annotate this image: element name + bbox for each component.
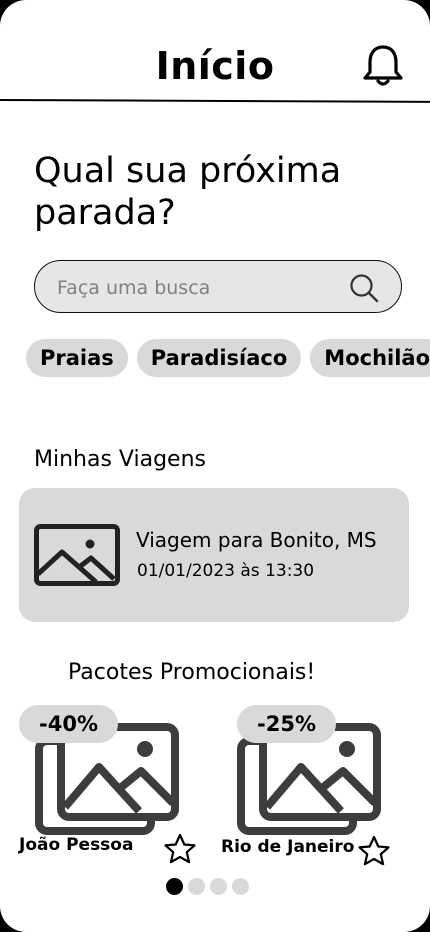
trip-card[interactable]: Viagem para Bonito, MS 01/01/2023 às 13:… bbox=[19, 488, 409, 622]
page-dot-4[interactable] bbox=[232, 878, 249, 895]
chip-paradisiaco[interactable]: Paradisíaco bbox=[136, 339, 302, 377]
discount-badge: -40% bbox=[19, 705, 118, 743]
promos-label: Pacotes Promocionais! bbox=[68, 660, 316, 685]
category-chips: Praias Paradisíaco Mochilão bbox=[26, 339, 430, 377]
page-dot-3[interactable] bbox=[210, 878, 227, 895]
search-icon[interactable] bbox=[349, 273, 379, 303]
promo-card-rio-de-janeiro[interactable]: -25% Rio de Janeiro bbox=[221, 705, 430, 867]
my-trips-label: Minhas Viagens bbox=[34, 447, 206, 472]
search-bar[interactable] bbox=[34, 260, 402, 313]
trip-datetime: 01/01/2023 às 13:30 bbox=[137, 561, 315, 581]
star-icon[interactable] bbox=[163, 833, 197, 865]
trip-title: Viagem para Bonito, MS bbox=[136, 528, 377, 552]
image-placeholder-icon bbox=[34, 524, 120, 586]
bell-icon[interactable] bbox=[360, 42, 406, 88]
page-dot-1[interactable] bbox=[166, 878, 183, 895]
header-divider bbox=[0, 99, 430, 103]
app-screen: Início Qual sua próxima parada? PraiasPa… bbox=[0, 0, 430, 932]
hero-headline: Qual sua próxima parada? bbox=[34, 151, 342, 233]
promo-name: Rio de Janeiro bbox=[221, 837, 355, 857]
discount-badge: -25% bbox=[237, 705, 336, 743]
chip-praias[interactable]: Praias bbox=[26, 339, 128, 377]
star-icon[interactable] bbox=[357, 835, 391, 867]
pagination-dots bbox=[166, 878, 254, 896]
page-dot-2[interactable] bbox=[188, 878, 205, 895]
chip-mochilao[interactable]: Mochilão bbox=[310, 339, 430, 377]
promo-name: João Pessoa bbox=[19, 835, 134, 855]
promo-card-joao-pessoa[interactable]: -40% João Pessoa bbox=[19, 705, 219, 865]
search-input[interactable] bbox=[55, 273, 349, 303]
